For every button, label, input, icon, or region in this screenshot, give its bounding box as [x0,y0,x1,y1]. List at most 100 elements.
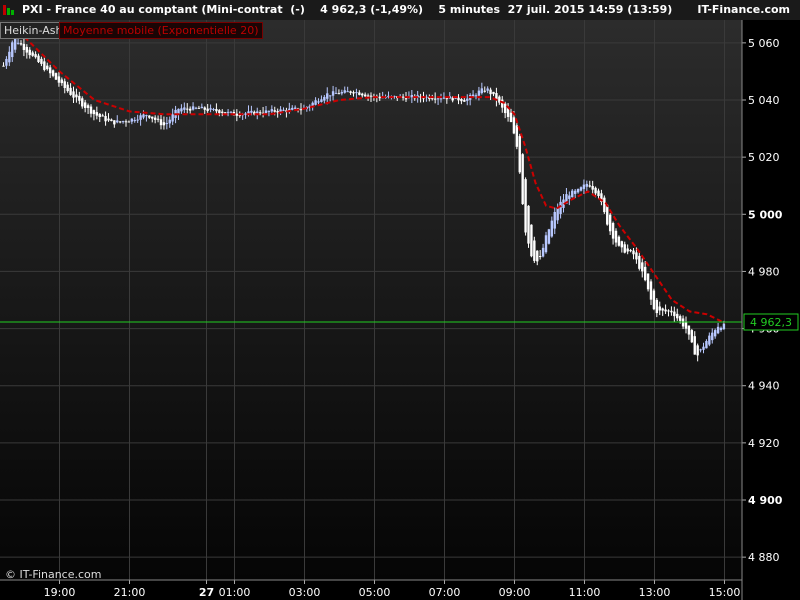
candle-body [678,316,682,321]
candle-body [69,87,72,95]
candle-body [521,154,524,205]
candle-body [550,220,554,237]
candle-body [221,111,224,113]
candle-body [317,101,320,103]
site-name[interactable]: IT-Finance.com [697,0,790,20]
candle-body [361,93,364,96]
candle-body [264,110,268,114]
candle-body [328,95,332,97]
candle-body [632,250,635,255]
candle-body [673,311,676,317]
candle-body [518,136,521,173]
candle-body [661,308,664,311]
candle-body [229,111,233,113]
candle-body [556,207,559,221]
candle-body [366,95,370,97]
y-tick-label: 5 020 [748,151,780,164]
candle-body [19,43,23,45]
candle-body [693,336,696,355]
copyright-text: © IT-Finance.com [5,568,102,581]
candle-body [171,114,174,122]
y-tick-label: 5 040 [748,94,780,107]
candle-body [11,42,14,58]
candle-body [165,123,169,125]
candle-body [291,107,294,110]
x-tick-label: 07:00 [429,586,461,599]
price-chart[interactable]: 5 0605 0405 0205 0004 9804 9604 9404 920… [0,20,800,600]
candle-body [533,240,536,261]
chart-title: PXI - France 40 au comptant (Mini-contra… [22,3,673,16]
candle-body [582,184,586,189]
candle-body [200,106,204,109]
x-tick-label: 01:00 [219,586,251,599]
candle-body [690,330,694,343]
candle-body [611,222,615,239]
candle-body [293,107,297,109]
candle-body [623,244,626,253]
x-tick-label: 13:00 [639,586,671,599]
candle-body [57,76,61,83]
candle-body [553,212,556,229]
candle-body [212,108,215,110]
candle-body [337,93,341,95]
candle-body [684,322,688,329]
candle-body [66,84,69,92]
title-bar: PXI - France 40 au comptant (Mini-contra… [0,0,800,20]
candle-body [489,89,492,95]
candle-body [314,100,317,105]
candle-body [571,190,574,198]
y-tick-label: 4 880 [748,551,780,564]
candle-body [299,109,303,111]
candle-body [719,327,723,331]
candle-body [655,299,659,314]
candle-body [186,108,189,110]
candle-body [95,112,99,116]
candle-body [151,116,154,119]
candle-body [652,290,656,310]
y-tick-label: 4 900 [748,494,783,507]
candle-body [512,117,516,134]
candle-body [124,121,128,123]
candle-body [168,119,171,124]
candle-body [98,113,101,117]
candle-body [156,118,160,120]
candle-body [256,111,259,114]
candle-body [649,281,653,300]
candle-body [346,91,349,93]
candle-body [8,51,11,63]
candle-body [658,306,661,311]
candle-body [13,37,17,50]
candle-body [436,98,440,100]
candle-body [340,92,344,94]
candle-body [646,273,650,290]
candle-body [579,187,583,191]
candle-body [643,266,647,281]
candle-body [597,190,600,197]
candle-body [716,326,720,334]
candle-body [54,73,58,80]
candle-body [463,100,466,102]
candle-body [258,112,262,114]
candle-body [445,98,449,100]
candle-body [603,197,606,213]
candle-body [183,107,186,110]
legend-moving-average[interactable]: Moyenne mobile (Exponentielle 20) [59,22,263,39]
candle-body [162,122,166,126]
candle-body [223,112,227,114]
candle-body [250,110,253,113]
candle-body [702,346,705,350]
candle-body [503,103,507,114]
candle-body [477,90,481,96]
candle-body [620,241,624,248]
candle-body [203,107,206,110]
candle-body [209,108,212,110]
candle-body [2,65,5,67]
logo-bar-green-2 [11,10,14,15]
candle-body [524,179,527,233]
candle-body [78,95,81,101]
candle-body [142,114,145,118]
candle-body [410,95,414,98]
candle-body [133,120,136,122]
candle-body [355,92,358,94]
candle-body [218,110,221,114]
